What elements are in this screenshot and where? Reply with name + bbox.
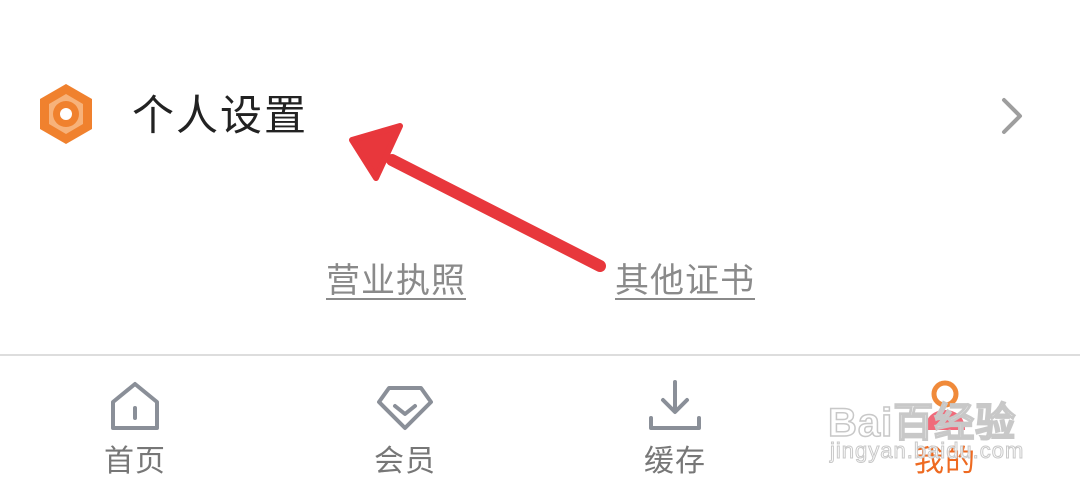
tab-mine[interactable]: 我的	[845, 356, 1045, 489]
tab-member[interactable]: 会员	[305, 356, 505, 489]
diamond-icon	[377, 386, 433, 430]
other-certificates-link[interactable]: 其他证书	[615, 258, 755, 304]
tab-label-home: 首页	[104, 444, 166, 479]
app-screen: 个人设置 营业执照 其他证书 首页 会员 缓存 我的 Bai百经验 jingya…	[0, 0, 1080, 489]
tab-cache[interactable]: 缓存	[575, 356, 775, 489]
business-license-link[interactable]: 营业执照	[326, 258, 466, 304]
chevron-right-icon	[1002, 98, 1022, 134]
tab-label-cache: 缓存	[644, 444, 706, 479]
personal-settings-row[interactable]: 个人设置	[0, 60, 1080, 170]
tab-label-mine: 我的	[914, 444, 976, 479]
home-icon	[111, 382, 159, 430]
tab-label-member: 会员	[374, 444, 436, 479]
bottom-tab-bar: 首页 会员 缓存 我的	[0, 354, 1080, 489]
tab-home[interactable]: 首页	[35, 356, 235, 489]
download-icon	[649, 380, 701, 430]
profile-icon	[925, 380, 965, 430]
personal-settings-label: 个人设置	[132, 91, 309, 140]
gear-hex-icon	[40, 84, 92, 144]
